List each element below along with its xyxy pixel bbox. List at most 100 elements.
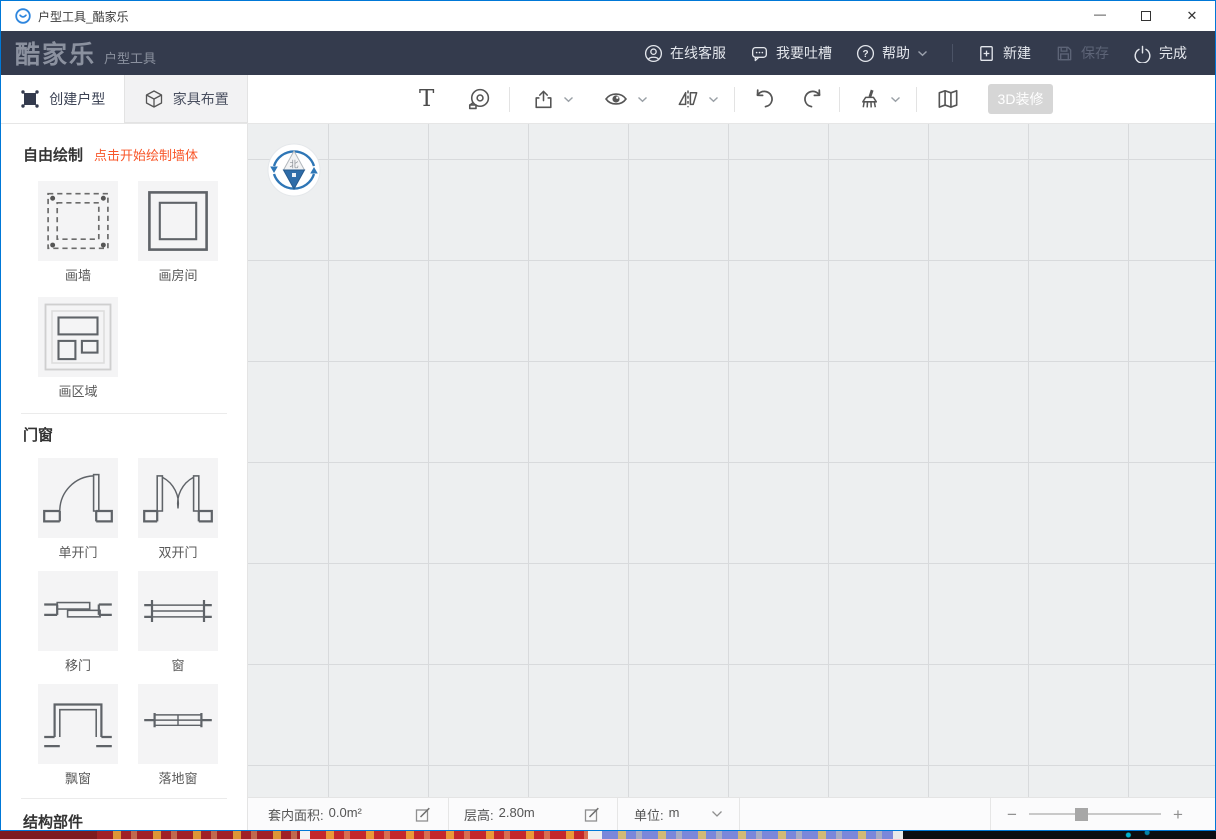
draw-area-card: [38, 297, 118, 377]
window-icon: [139, 572, 217, 650]
toolbar-divider: [509, 87, 510, 112]
upload-chevron-icon[interactable]: [563, 75, 574, 123]
nav-save[interactable]: 保存: [1055, 43, 1109, 63]
chevron-down-icon: [917, 50, 928, 57]
item-draw-room[interactable]: 画房间: [138, 181, 218, 284]
window-title: 户型工具_酷家乐: [38, 8, 129, 25]
undo-icon: [751, 86, 777, 112]
ad-banner-segment: [300, 831, 310, 839]
statusbar-zoom-section: − +: [991, 798, 1215, 830]
tool-mirror[interactable]: [675, 75, 701, 123]
zoom-in-button[interactable]: +: [1173, 806, 1183, 823]
tool-redo[interactable]: [800, 75, 826, 123]
power-icon: [1133, 44, 1152, 63]
tool-upload[interactable]: [531, 75, 556, 123]
ad-banner[interactable]: [0, 831, 1216, 839]
brand-subtitle: 户型工具: [104, 48, 156, 67]
app-logo-icon: [15, 8, 31, 24]
single-door-card: [38, 458, 118, 538]
titlebar: 户型工具_酷家乐 — ✕: [1, 1, 1215, 31]
edit-icon: [414, 805, 432, 823]
customer-service-icon: [644, 44, 663, 63]
mirror-chevron-icon[interactable]: [708, 75, 719, 123]
nav-feedback-label: 我要吐槽: [776, 43, 832, 63]
main-area: 自由绘制 点击开始绘制墙体 画墙: [1, 124, 1215, 830]
sidebar: 自由绘制 点击开始绘制墙体 画墙: [1, 124, 248, 830]
draw-area-label: 画区域: [58, 384, 97, 400]
toolbar-divider: [916, 87, 917, 112]
sidebar-divider: [21, 798, 227, 799]
bay-window-icon: [39, 685, 117, 763]
tab-furniture-layout[interactable]: 家具布置: [124, 75, 249, 123]
close-button[interactable]: ✕: [1169, 1, 1215, 31]
section-free-draw-header: 自由绘制 点击开始绘制墙体: [23, 144, 198, 165]
visibility-chevron-icon[interactable]: [637, 75, 648, 123]
clear-chevron-icon[interactable]: [890, 75, 901, 123]
sliding-door-label: 移门: [65, 658, 91, 674]
tool-visibility[interactable]: [603, 75, 629, 123]
floor-height-value: 2.80m: [499, 805, 535, 824]
tool-text[interactable]: T: [419, 75, 434, 123]
tool-map[interactable]: [935, 75, 961, 123]
double-door-icon: [139, 459, 217, 537]
unit-dropdown[interactable]: 单位: m: [618, 798, 740, 830]
edit-area-button[interactable]: [414, 805, 432, 823]
save-icon: [1055, 44, 1074, 63]
unit-value: m: [669, 805, 680, 824]
decorate-3d-button[interactable]: 3D装修: [988, 84, 1053, 114]
mirror-flip-icon: [675, 86, 701, 112]
bay-window-card: [38, 684, 118, 764]
minimize-button[interactable]: —: [1077, 1, 1123, 31]
tab-furnish-label: 家具布置: [173, 89, 229, 109]
statusbar-spacer: [740, 798, 991, 830]
single-door-label: 单开门: [58, 545, 97, 561]
item-double-door[interactable]: 双开门: [138, 458, 218, 561]
floorplan-canvas[interactable]: 北: [248, 124, 1215, 798]
nav-new[interactable]: 新建: [977, 43, 1031, 63]
zoom-slider-handle[interactable]: [1075, 808, 1088, 821]
navbar: 酷家乐 户型工具 在线客服: [1, 31, 1215, 75]
tool-undo[interactable]: [751, 75, 777, 123]
eye-icon: [603, 86, 629, 112]
unit-chevron-icon: [711, 810, 723, 818]
ad-banner-segment: [310, 831, 588, 839]
item-draw-wall[interactable]: 画墙: [38, 181, 118, 284]
edit-floor-height-button[interactable]: [583, 805, 601, 823]
brand-logo: 酷家乐: [15, 35, 96, 71]
sliding-door-icon: [39, 572, 117, 650]
nav-help[interactable]: ? 帮助: [856, 43, 928, 63]
draw-room-icon: [139, 182, 217, 260]
draw-wall-label: 画墙: [65, 268, 91, 284]
nav-done-label: 完成: [1159, 43, 1187, 63]
nav-customer-service[interactable]: 在线客服: [644, 43, 726, 63]
structure-title: 结构部件: [23, 811, 83, 830]
item-draw-area[interactable]: 画区域: [38, 297, 118, 400]
zoom-out-button[interactable]: −: [1007, 806, 1017, 823]
item-bay-window[interactable]: 飘窗: [38, 684, 118, 787]
feedback-icon: [750, 44, 769, 63]
item-single-door[interactable]: 单开门: [38, 458, 118, 561]
compass-control[interactable]: 北: [266, 142, 322, 198]
draw-room-label: 画房间: [158, 268, 197, 284]
redo-icon: [800, 86, 826, 112]
tool-clear-canvas[interactable]: [857, 75, 883, 123]
window-label: 窗: [171, 658, 184, 674]
toolbar-divider: [839, 87, 840, 112]
tool-measure[interactable]: [466, 75, 491, 123]
maximize-button[interactable]: [1123, 1, 1169, 31]
app-window: 户型工具_酷家乐 — ✕ 酷家乐 户型工具: [0, 0, 1216, 831]
item-sliding-door[interactable]: 移门: [38, 571, 118, 674]
ad-banner-segment: [893, 831, 903, 839]
toolbar-divider: [734, 87, 735, 112]
draw-wall-icon: [39, 182, 117, 260]
free-draw-items: 画墙 画房间: [38, 181, 222, 413]
french-window-icon: [139, 685, 217, 763]
draw-room-card: [138, 181, 218, 261]
item-french-window[interactable]: 落地窗: [138, 684, 218, 787]
nav-feedback[interactable]: 我要吐槽: [750, 43, 832, 63]
tab-create-floorplan[interactable]: 创建户型: [1, 75, 124, 123]
zoom-slider[interactable]: [1029, 813, 1161, 815]
nav-done[interactable]: 完成: [1133, 43, 1187, 63]
sliding-door-card: [38, 571, 118, 651]
item-window[interactable]: 窗: [138, 571, 218, 674]
